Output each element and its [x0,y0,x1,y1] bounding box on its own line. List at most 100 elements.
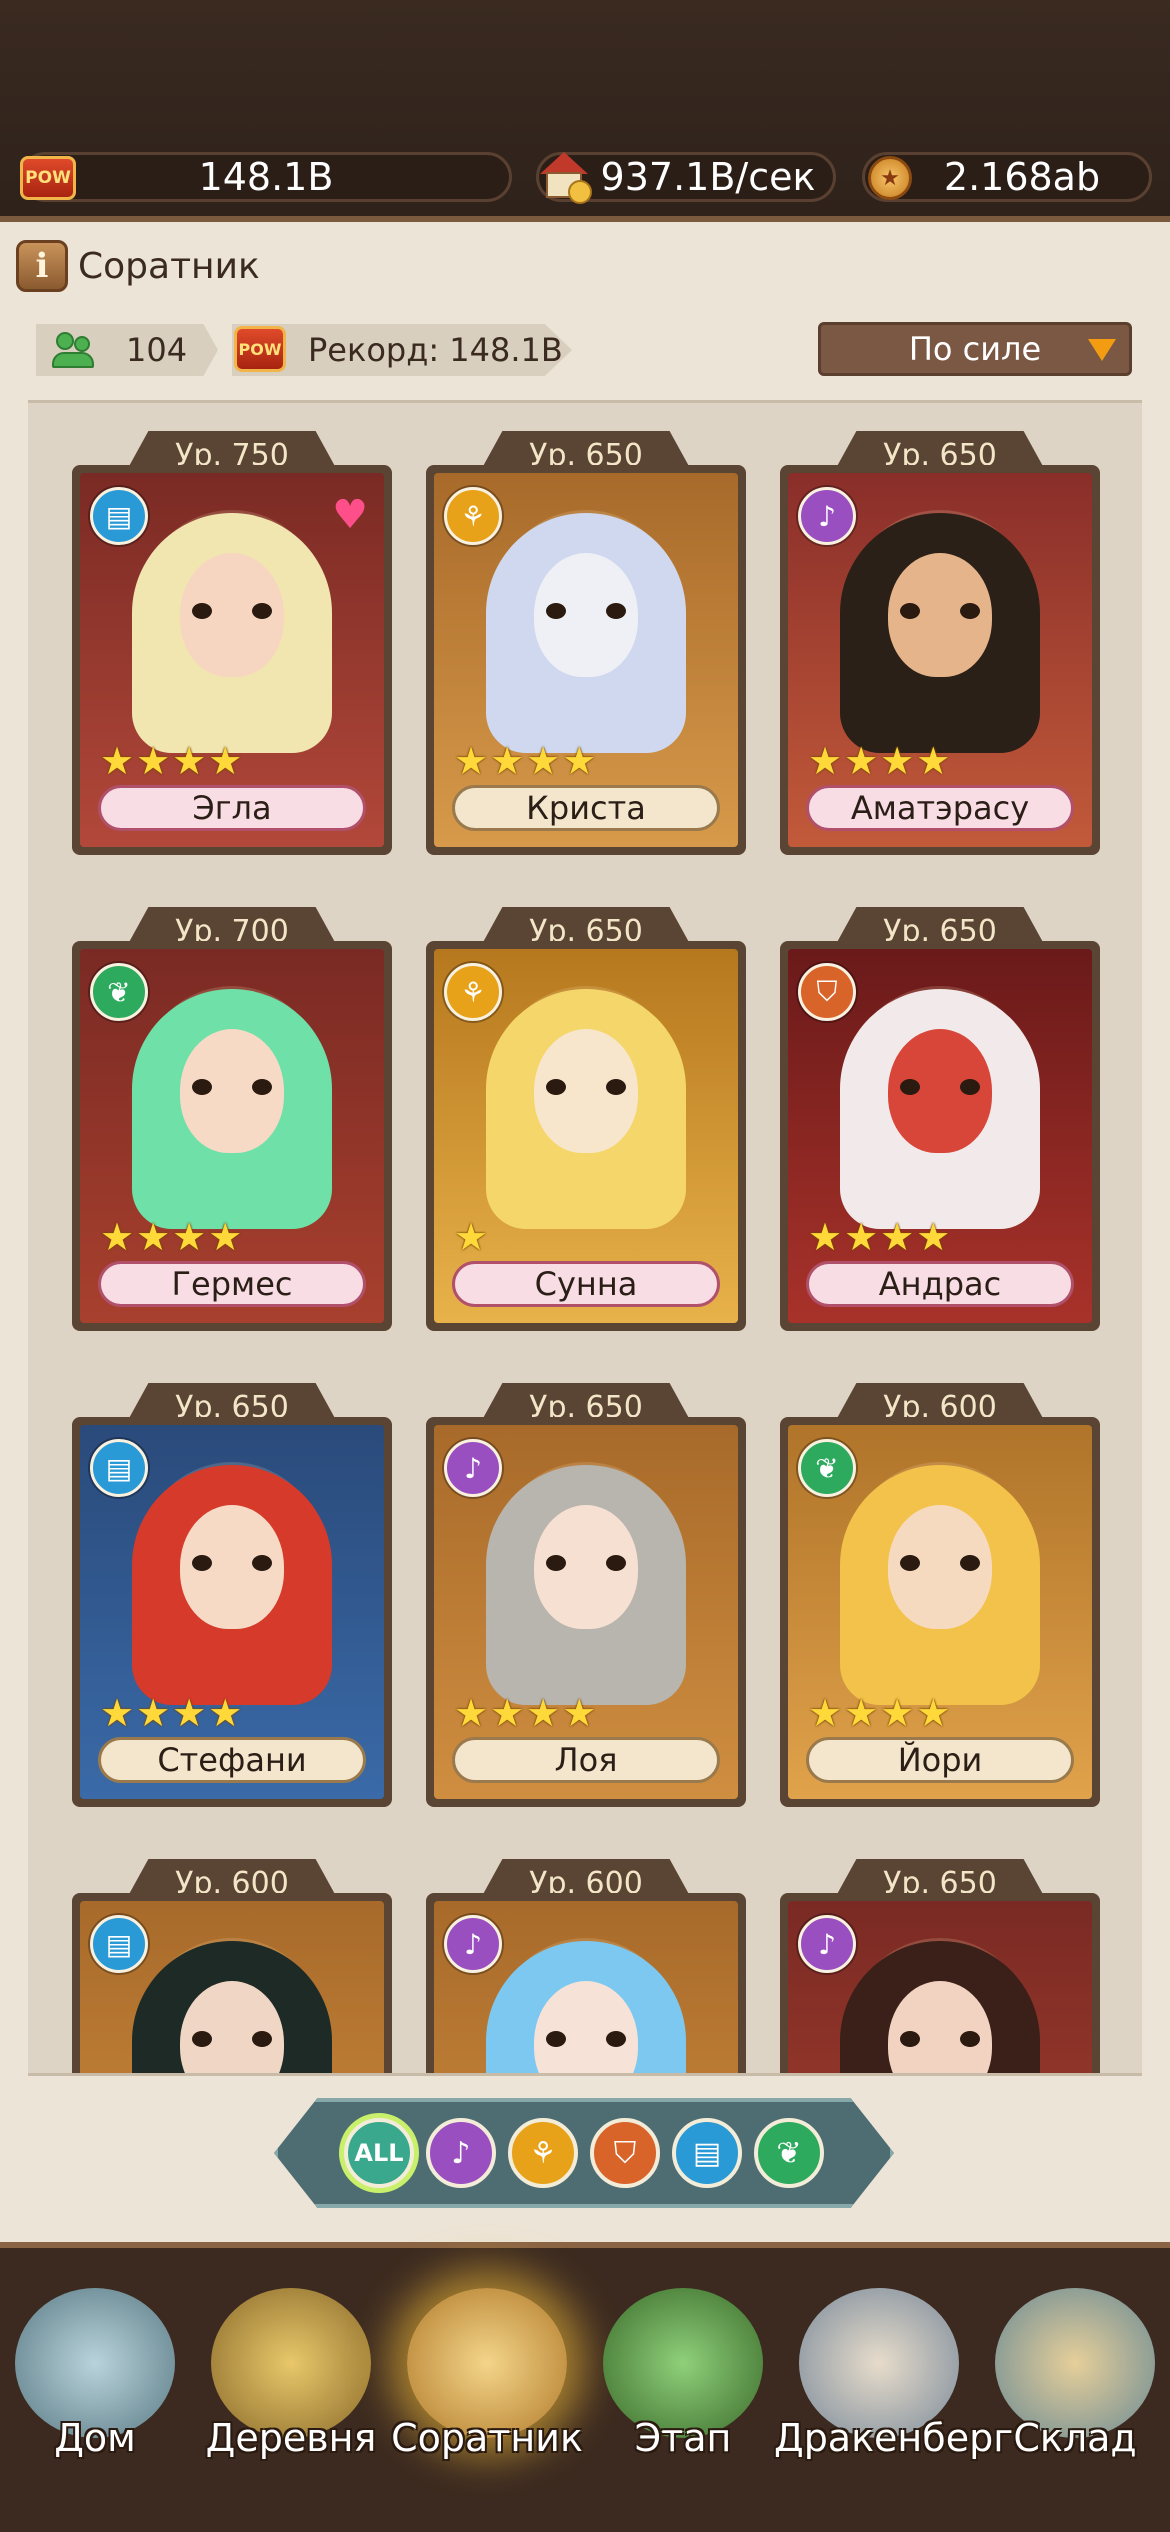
wing-icon: ❦ [798,1439,856,1497]
harp-icon: ♪ [444,1915,502,1973]
hero-portrait: ⚘ ★ ★ ★ ★ Криста [434,473,738,847]
star-rating: ★ ★ ★ ★ [808,1691,950,1735]
hero-card-frame: ⚘ ★ ★ ★ ★ Криста [426,465,746,855]
house-coin-icon [533,147,595,209]
star-icon: ★ [100,1215,135,1259]
hero-card[interactable]: Ур. 700 ❦ ★ ★ ★ ★ Гермес [72,907,392,1337]
hero-card[interactable]: Ур. 650 ♪ ★ ★ ★ ★ Лоя [426,1383,746,1813]
hero-name: Криста [452,785,720,831]
hero-name: Эгла [98,785,366,831]
nav-label: Соратник [391,2416,583,2460]
star-icon: ★ [208,1215,243,1259]
broom-icon: ⚘ [444,963,502,1021]
info-icon[interactable]: i [16,240,68,292]
star-rating: ★ ★ ★ ★ [100,1691,242,1735]
nav-companion[interactable]: Соратник [391,2268,583,2488]
nav-storage[interactable]: Склад [980,2268,1170,2488]
bottom-nav: Дом Деревня Соратник Этап Дракенберг Скл… [0,2242,1170,2532]
page-title: Соратник [78,245,260,287]
hero-card-frame: ⛉ ★ ★ ★ ★ Андрас [780,941,1100,1331]
hero-name: Аматэрасу [806,785,1074,831]
gold-counter[interactable]: ★ 2.168ab [862,152,1152,202]
pow-icon: POW [17,147,79,209]
nav-label: Дом [54,2416,136,2460]
star-icon: ★ [136,739,171,783]
star-icon: ★ [844,1691,879,1735]
book-icon: ▤ [90,487,148,545]
hero-portrait: ▤ [80,1901,384,2073]
hero-name: Лоя [452,1737,720,1783]
power-counter[interactable]: POW 148.1B [20,152,512,202]
class-filter-bar: ALL ♪ ⚘ ⛉ ▤ ❦ [274,2098,894,2208]
hero-card[interactable]: Ур. 650 ⚘ ★ ★ ★ ★ Криста [426,431,746,861]
sort-dropdown[interactable]: По силе [818,322,1132,376]
hero-card[interactable]: Ур. 750 ▤ ♥ ★ ★ ★ ★ Эгла [72,431,392,861]
star-rating: ★ ★ ★ ★ [454,739,596,783]
hero-name: Сунна [452,1261,720,1307]
hero-card-frame: ♪ ★ ★ ★ ★ Аматэрасу [780,465,1100,855]
hero-portrait: ▤ ★ ★ ★ ★ Стефани [80,1425,384,1799]
record-pill: POW Рекорд: 148.1B [232,324,572,376]
hero-card-frame: ▤ ★ ★ ★ ★ Стефани [72,1417,392,1807]
pow-icon: POW [234,326,286,372]
hero-card-frame: ⚘ ★ Сунна [426,941,746,1331]
star-rating: ★ ★ ★ ★ [454,1691,596,1735]
nav-home[interactable]: Дом [0,2268,190,2488]
star-icon: ★ [454,1691,489,1735]
hero-card-frame: ▤ ♥ ★ ★ ★ ★ Эгла [72,465,392,855]
star-icon: ★ [880,1691,915,1735]
filter-broom-icon[interactable]: ⚘ [508,2118,578,2188]
filter-book-icon[interactable]: ▤ [672,2118,742,2188]
hero-card[interactable]: Ур. 600 ♪ [426,1859,746,2073]
hero-name: Андрас [806,1261,1074,1307]
hero-card[interactable]: Ур. 650 ⛉ ★ ★ ★ ★ Андрас [780,907,1100,1337]
sort-label: По силе [908,330,1042,368]
hero-card[interactable]: Ур. 600 ❦ ★ ★ ★ ★ Йори [780,1383,1100,1813]
nav-village[interactable]: Деревня [196,2268,386,2488]
gold-coin-icon: ★ [859,147,921,209]
star-rating: ★ ★ ★ ★ [808,739,950,783]
hero-card[interactable]: Ур. 650 ♪ [780,1859,1100,2073]
hero-card[interactable]: Ур. 650 ⚘ ★ Сунна [426,907,746,1337]
dropdown-arrow-icon [1085,335,1119,365]
star-icon: ★ [880,739,915,783]
hero-portrait: ♪ [788,1901,1092,2073]
hero-portrait: ⛉ ★ ★ ★ ★ Андрас [788,949,1092,1323]
book-icon: ▤ [90,1439,148,1497]
star-icon: ★ [172,739,207,783]
hero-card-frame: ❦ ★ ★ ★ ★ Йори [780,1417,1100,1807]
hero-grid: Ур. 750 ▤ ♥ ★ ★ ★ ★ Эгла Ур. 650 ⚘ ★ ★ ★ ★ Криста Ур. 6… [28,400,1142,2076]
filter-wing-icon[interactable]: ❦ [754,2118,824,2188]
companion-panel: i Соратник 104 POW Рекорд: 148.1B По сил… [0,222,1170,2242]
gold-value: 2.168ab [943,155,1101,199]
panel-header: i Соратник [16,236,260,296]
hero-card[interactable]: Ур. 650 ♪ ★ ★ ★ ★ Аматэрасу [780,431,1100,861]
hero-card[interactable]: Ур. 650 ▤ ★ ★ ★ ★ Стефани [72,1383,392,1813]
book-icon: ▤ [90,1915,148,1973]
star-icon: ★ [136,1691,171,1735]
star-icon: ★ [172,1691,207,1735]
hero-card[interactable]: Ур. 600 ▤ [72,1859,392,2073]
star-icon: ★ [526,739,561,783]
hero-count: 104 [126,331,188,369]
broom-icon: ⚘ [444,487,502,545]
star-rating: ★ ★ ★ ★ [808,1218,950,1256]
nav-drakenberg[interactable]: Дракенберг [774,2268,1013,2488]
hero-count-pill: 104 [36,324,218,376]
filter-harp-icon[interactable]: ♪ [426,2118,496,2188]
star-icon: ★ [172,1215,207,1259]
income-counter[interactable]: 937.1B/сек [536,152,836,204]
star-icon: ★ [208,739,243,783]
star-icon: ★ [454,739,489,783]
harp-icon: ♪ [798,487,856,545]
filter-shield-icon[interactable]: ⛉ [590,2118,660,2188]
wing-icon: ❦ [90,963,148,1021]
filter-all-button[interactable]: ALL [344,2118,414,2188]
hero-portrait: ❦ ★ ★ ★ ★ Гермес [80,949,384,1323]
income-value: 937.1B/сек [600,155,816,199]
harp-icon: ♪ [444,1439,502,1497]
star-icon: ★ [454,1215,489,1259]
hero-portrait: ♪ [434,1901,738,2073]
hero-portrait: ⚘ ★ Сунна [434,949,738,1323]
nav-stage[interactable]: Этап [588,2268,778,2488]
